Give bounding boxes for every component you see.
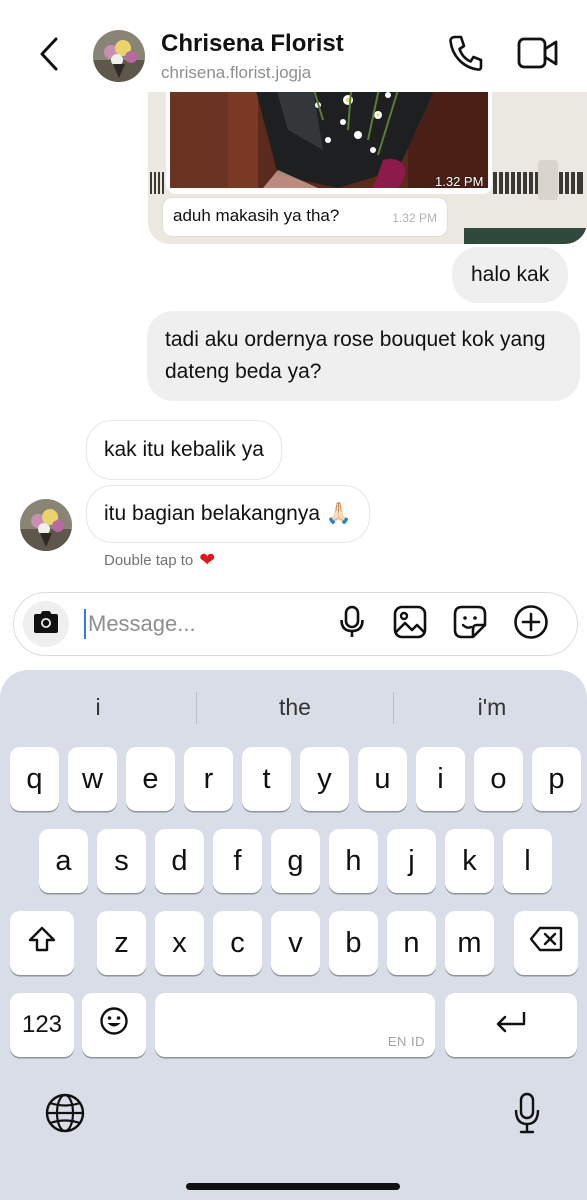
backspace-icon <box>529 926 563 960</box>
key-p[interactable]: p <box>532 747 581 811</box>
incoming-message[interactable]: itu bagian belakangnya 🙏🏻 <box>86 485 370 543</box>
key-t[interactable]: t <box>242 747 291 811</box>
keyboard-language-label: EN ID <box>387 1034 425 1049</box>
key-d[interactable]: d <box>155 829 204 893</box>
key-g[interactable]: g <box>271 829 320 893</box>
plus-circle-icon <box>513 604 549 645</box>
quoted-reply-timestamp: 1.32 PM <box>392 211 437 225</box>
gallery-button[interactable] <box>390 604 430 644</box>
voice-message-button[interactable] <box>332 604 372 644</box>
photo-timestamp: 1.32 PM <box>435 174 484 189</box>
outgoing-message[interactable]: halo kak <box>452 247 569 303</box>
microphone-icon <box>513 1091 541 1140</box>
globe-icon <box>44 1092 86 1139</box>
message-composer <box>13 592 578 656</box>
backspace-key[interactable] <box>514 911 578 975</box>
outgoing-message[interactable]: tadi aku ordernya rose bouquet kok yang … <box>147 311 580 401</box>
key-i[interactable]: i <box>416 747 465 811</box>
quoted-reply-text: aduh makasih ya tha? <box>173 206 340 225</box>
chat-header: Chrisena Florist chrisena.florist.jogja <box>0 0 587 92</box>
incoming-message[interactable]: kak itu kebalik ya <box>86 420 282 480</box>
home-indicator[interactable] <box>186 1183 400 1190</box>
key-o[interactable]: o <box>474 747 523 811</box>
key-f[interactable]: f <box>213 829 262 893</box>
shift-key[interactable] <box>10 911 74 975</box>
shift-icon <box>27 925 57 961</box>
sender-avatar[interactable] <box>20 499 72 551</box>
key-w[interactable]: w <box>68 747 117 811</box>
emoji-key[interactable] <box>82 993 146 1057</box>
key-h[interactable]: h <box>329 829 378 893</box>
key-l[interactable]: l <box>503 829 552 893</box>
space-key[interactable]: EN ID <box>155 993 435 1057</box>
video-call-button[interactable] <box>512 32 564 78</box>
dictation-button[interactable] <box>505 1090 549 1140</box>
suggestion-bar: i the i'm <box>0 684 587 730</box>
key-y[interactable]: y <box>300 747 349 811</box>
key-n[interactable]: n <box>387 911 436 975</box>
sticker-button[interactable] <box>450 604 490 644</box>
emoji-icon <box>99 1006 129 1044</box>
camera-icon <box>32 610 60 639</box>
more-options-button[interactable] <box>511 604 551 644</box>
heart-icon: ❤ <box>199 550 216 571</box>
gallery-icon <box>393 605 427 644</box>
key-v[interactable]: v <box>271 911 320 975</box>
suggestion-item[interactable]: i <box>0 684 196 730</box>
suggestion-item[interactable]: i'm <box>394 684 587 730</box>
key-x[interactable]: x <box>155 911 204 975</box>
contact-username: chrisena.florist.jogja <box>161 63 312 82</box>
key-z[interactable]: z <box>97 911 146 975</box>
back-button[interactable] <box>32 32 66 80</box>
numbers-key[interactable]: 123 <box>10 993 74 1057</box>
key-r[interactable]: r <box>184 747 233 811</box>
contact-avatar[interactable] <box>93 30 145 82</box>
chevron-left-icon <box>38 36 60 77</box>
return-icon <box>494 1009 528 1042</box>
text-cursor <box>84 609 86 639</box>
message-input[interactable] <box>88 603 328 645</box>
return-key[interactable] <box>445 993 577 1057</box>
key-k[interactable]: k <box>445 829 494 893</box>
key-u[interactable]: u <box>358 747 407 811</box>
microphone-icon <box>339 605 365 644</box>
key-q[interactable]: q <box>10 747 59 811</box>
reaction-hint: Double tap to ❤ <box>104 549 215 572</box>
key-c[interactable]: c <box>213 911 262 975</box>
switch-keyboard-button[interactable] <box>40 1090 90 1140</box>
video-camera-icon <box>517 36 559 75</box>
quoted-reply[interactable]: aduh makasih ya tha? 1.32 PM <box>163 198 447 236</box>
key-a[interactable]: a <box>39 829 88 893</box>
audio-call-button[interactable] <box>442 32 488 78</box>
key-e[interactable]: e <box>126 747 175 811</box>
phone-icon <box>447 34 483 77</box>
key-b[interactable]: b <box>329 911 378 975</box>
sticker-icon <box>453 605 487 644</box>
key-j[interactable]: j <box>387 829 436 893</box>
contact-name[interactable]: Chrisena Florist <box>161 30 344 58</box>
reaction-hint-text: Double tap to <box>104 552 194 569</box>
key-s[interactable]: s <box>97 829 146 893</box>
camera-button[interactable] <box>23 601 69 647</box>
suggestion-item[interactable]: the <box>197 684 393 730</box>
key-m[interactable]: m <box>445 911 494 975</box>
